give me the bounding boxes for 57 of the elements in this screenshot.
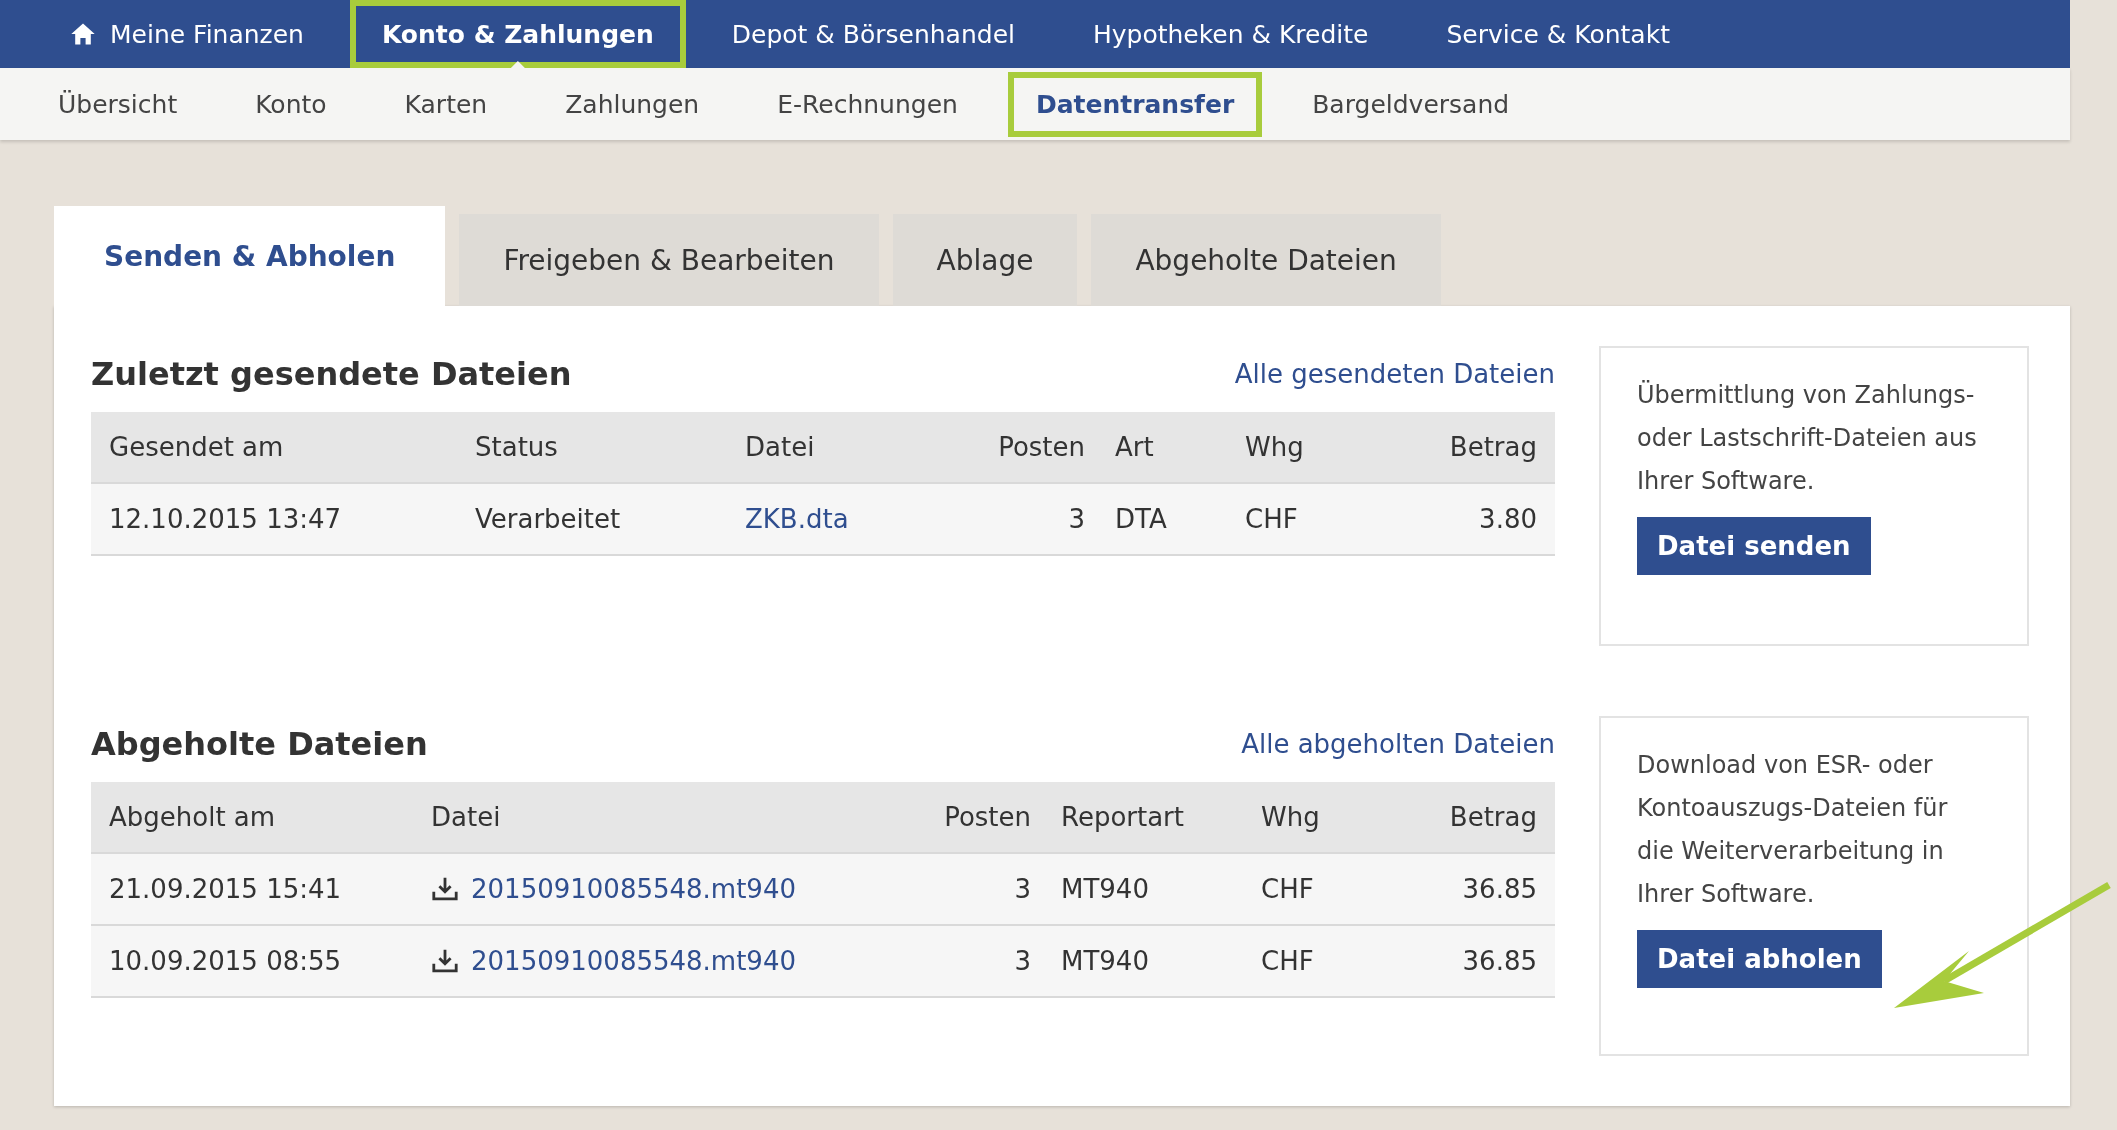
main-nav-item[interactable]: Depot & Börsenhandel (699, 0, 1047, 68)
column-header: Whg (1245, 432, 1305, 462)
table-cell-text: MT940 (1061, 874, 1150, 904)
table-cell-text: CHF (1261, 874, 1315, 904)
info-text: Download von ESR- oder Kontoauszugs-Dateien für die Weiterverarbeitung in Ihrer Software. (1637, 750, 1949, 910)
column-header: Datei (745, 432, 816, 462)
info-text: Übermittlung von Zahlungs- oder Lastschrift-Dateien aus Ihrer Software. (1637, 379, 1978, 497)
all-files-link[interactable]: Alle abgeholten Dateien (1241, 729, 1555, 759)
tab[interactable]: Ablage (892, 214, 1078, 306)
download-icon[interactable] (431, 948, 459, 974)
table-cell-text: 21.09.2015 15:41 (109, 874, 343, 904)
main-nav-item[interactable]: Konto & Zahlungen (349, 0, 686, 68)
table-cell-text: MT940 (1061, 946, 1150, 976)
sub-nav-item[interactable]: Bargeldversand (1284, 71, 1538, 137)
table-cell-text: 36.85 (1461, 874, 1537, 904)
download-icon[interactable] (431, 876, 459, 902)
table-cell-text: CHF (1261, 946, 1315, 976)
section-title: Zuletzt gesendete Dateien (91, 355, 572, 393)
table-cell-text: DTA (1115, 504, 1168, 534)
sub-nav-item[interactable]: E-Rechnungen (749, 71, 986, 137)
sub-nav-item[interactable]: Datentransfer (1007, 71, 1263, 137)
file-button[interactable]: Datei abholen (1637, 930, 1882, 988)
table-cell-text: Verarbeitet (475, 504, 622, 534)
tab[interactable]: Freigeben & Bearbeiten (459, 214, 879, 306)
column-header: Betrag (1448, 432, 1537, 462)
table-cell-text: 12.10.2015 13:47 (109, 504, 343, 534)
column-header: Datei (431, 802, 502, 832)
column-header: Gesendet am (109, 432, 285, 462)
column-header: Art (1115, 432, 1155, 462)
table-cell-text: 36.85 (1461, 946, 1537, 976)
table-cell-text: 10.09.2015 08:55 (109, 946, 343, 976)
column-header: Abgeholt am (109, 802, 277, 832)
sub-nav-item[interactable]: Übersicht (30, 71, 206, 137)
table-cell-text: CHF (1245, 504, 1299, 534)
file-link[interactable]: 20150910085548.mt940 (471, 946, 796, 976)
column-header: Betrag (1448, 802, 1537, 832)
sub-nav-item[interactable]: Karten (376, 71, 516, 137)
column-header: Reportart (1061, 802, 1185, 832)
main-nav-item[interactable]: Service & Kontakt (1414, 0, 1702, 68)
home-icon (70, 22, 96, 46)
file-link[interactable]: 20150910085548.mt940 (471, 874, 796, 904)
tab[interactable]: Abgeholte Dateien (1091, 214, 1441, 306)
table-cell-text: 3.80 (1478, 504, 1537, 534)
column-header: Whg (1261, 802, 1321, 832)
sub-nav-item[interactable]: Zahlungen (537, 71, 728, 137)
sub-nav-item[interactable]: Konto (227, 71, 355, 137)
tab[interactable]: Senden & Abholen (54, 206, 446, 306)
main-nav-item[interactable]: Meine Finanzen (38, 0, 336, 68)
file-button[interactable]: Datei senden (1637, 517, 1871, 575)
column-header: Status (475, 432, 559, 462)
column-header: Posten (997, 432, 1086, 462)
all-files-link[interactable]: Alle gesendeten Dateien (1234, 359, 1555, 389)
table-cell-text: 3 (1067, 504, 1086, 534)
main-nav-item[interactable]: Hypotheken & Kredite (1060, 0, 1401, 68)
column-header: Posten (943, 802, 1032, 832)
section-title: Abgeholte Dateien (91, 725, 428, 763)
file-link[interactable]: ZKB.dta (745, 504, 849, 534)
